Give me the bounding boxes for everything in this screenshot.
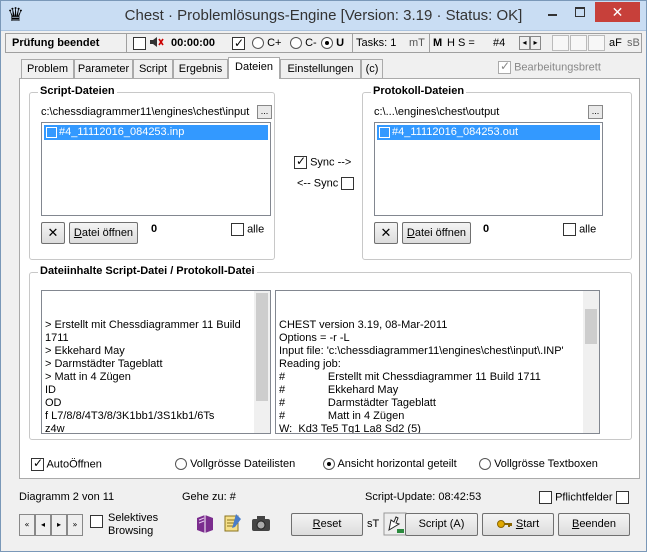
toolbar-checkbox[interactable] — [133, 35, 146, 51]
protocol-files-title: Protokoll-Dateien — [371, 85, 467, 97]
st-label: sT — [367, 518, 380, 530]
script-file-list[interactable]: #4_11112016_084253.inp — [41, 122, 271, 216]
timer-display: 00:00:00 — [171, 37, 216, 49]
nav-prev-button[interactable]: ◂ — [35, 514, 51, 536]
tab-einstellungen[interactable]: Einstellungen — [280, 59, 361, 79]
script-content-textbox[interactable]: > Erstellt mit Chessdiagrammer 11 Build … — [41, 290, 271, 434]
notes-icon[interactable] — [222, 512, 244, 534]
protocol-file-list[interactable]: #4_11112016_084253.out — [374, 122, 603, 216]
mode-hs-label: H S = — [447, 37, 475, 49]
sync-forward-checkbox[interactable]: Sync --> — [294, 154, 351, 169]
camera-icon[interactable] — [250, 512, 272, 534]
speaker-icon[interactable] — [149, 35, 165, 51]
toolbar-slot-2[interactable] — [570, 35, 587, 51]
tab-dateien[interactable]: Dateien — [228, 57, 280, 79]
toolbar-slot-1[interactable] — [552, 35, 569, 51]
key-icon — [496, 520, 512, 529]
protocol-content-scrollbar[interactable] — [583, 291, 599, 433]
af-toggle[interactable]: aF — [609, 35, 622, 51]
goto-field[interactable]: Gehe zu: # — [182, 491, 236, 503]
script-clear-button[interactable]: ✕ — [41, 222, 65, 244]
minimize-button[interactable] — [539, 2, 566, 22]
protocol-browse-button[interactable]: ... — [588, 105, 603, 119]
script-a-button[interactable]: Script (A) — [405, 513, 478, 536]
list-item[interactable]: #4_11112016_084253.inp — [44, 125, 268, 140]
protocol-content-textbox[interactable]: CHEST version 3.19, 08-Mar-2011 Options … — [275, 290, 600, 434]
timer-checkbox[interactable] — [232, 35, 245, 51]
tab-script[interactable]: Script — [133, 59, 173, 79]
maximize-button[interactable] — [567, 2, 593, 22]
radio-c-minus[interactable]: C- — [290, 35, 317, 51]
script-files-title: Script-Dateien — [38, 85, 117, 97]
protocol-files-group: Protokoll-Dateien c:\...\engines\chest\o… — [362, 85, 632, 260]
auto-open-checkbox[interactable]: AutoÖffnen — [31, 456, 102, 474]
sync-backward-checkbox[interactable]: <-- Sync — [297, 177, 355, 190]
sb-toggle[interactable]: sB — [627, 35, 640, 51]
tab-parameter[interactable]: Parameter — [74, 59, 133, 79]
selective-browsing-checkbox[interactable] — [90, 515, 103, 528]
quit-button[interactable]: Beenden — [558, 513, 630, 536]
status-text: Prüfung beendet — [12, 37, 100, 49]
script-update-time: Script-Update: 08:42:53 — [365, 491, 482, 503]
script-browse-button[interactable]: ... — [257, 105, 272, 119]
close-button[interactable]: ✕ — [595, 2, 640, 22]
diagram-counter: Diagramm 2 von 11 — [19, 491, 115, 503]
tasks-count: Tasks: 1 — [356, 37, 397, 49]
protocol-path: c:\...\engines\chest\output — [374, 106, 500, 118]
script-count: 0 — [151, 223, 158, 235]
reset-button[interactable]: Reset — [291, 513, 363, 536]
nav-first-button[interactable]: « — [19, 514, 35, 536]
protocol-open-button[interactable]: Datei öffnen — [402, 222, 471, 244]
protocol-content-text: CHEST version 3.19, 08-Mar-2011 Options … — [279, 319, 564, 434]
script-path: c:\chessdiagrammer11\engines\chest\input — [41, 106, 250, 118]
title-bar: ♛ Chest · Problemlösungs-Engine [Version… — [1, 1, 646, 31]
tab-problem[interactable]: Problem — [21, 59, 74, 79]
start-button[interactable]: Start — [482, 513, 554, 536]
radio-c-plus[interactable]: C+ — [252, 35, 281, 51]
script-files-group: Script-Dateien c:\chessdiagrammer11\engi… — [29, 85, 275, 260]
hand-pointer-icon[interactable] — [383, 512, 407, 536]
protocol-clear-button[interactable]: ✕ — [374, 222, 398, 244]
main-window: ♛ Chest · Problemlösungs-Engine [Version… — [0, 0, 647, 552]
book-icon[interactable] — [194, 512, 216, 534]
moves-spinner[interactable]: ◂ ▸ — [519, 35, 541, 51]
nav-last-button[interactable]: » — [67, 514, 83, 536]
mode-m-label: M — [433, 37, 443, 49]
mandatory-fields-checkbox[interactable]: Pflichtfelder — [539, 491, 629, 504]
script-content-scrollbar[interactable] — [254, 291, 270, 433]
status-toolbar: Prüfung beendet 00:00:00 C+ C- U Tasks: … — [5, 33, 642, 53]
radio-horizontal[interactable]: Ansicht horizontal geteilt — [323, 458, 457, 474]
selective-browsing-label: Selektives Browsing — [108, 512, 159, 537]
protocol-all-checkbox[interactable]: alle — [563, 223, 596, 236]
tab-ergebnis[interactable]: Ergebnis — [173, 59, 228, 79]
file-contents-title: Dateiinhalte Script-Datei / Protokoll-Da… — [38, 265, 257, 277]
script-content-text: > Erstellt mit Chessdiagrammer 11 Build … — [45, 319, 241, 434]
radio-u[interactable]: U — [321, 35, 344, 51]
file-contents-group: Dateiinhalte Script-Datei / Protokoll-Da… — [29, 265, 632, 440]
toolbar-slot-3[interactable] — [588, 35, 605, 51]
edit-board-checkbox[interactable]: Bearbeitungsbrett — [498, 59, 601, 74]
tab-copyright[interactable]: (c) — [361, 59, 383, 79]
list-item[interactable]: #4_11112016_084253.out — [377, 125, 600, 140]
script-all-checkbox[interactable]: alle — [231, 223, 264, 236]
files-panel: Script-Dateien c:\chessdiagrammer11\engi… — [19, 78, 640, 479]
mt-label: mT — [409, 37, 425, 49]
nav-next-button[interactable]: ▸ — [51, 514, 67, 536]
radio-full-text[interactable]: Vollgrösse Textboxen — [479, 458, 598, 474]
radio-full-lists[interactable]: Vollgrösse Dateilisten — [175, 458, 295, 474]
protocol-count: 0 — [483, 223, 490, 235]
moves-value: #4 — [493, 37, 506, 49]
script-open-button[interactable]: Datei öffnen — [69, 222, 138, 244]
